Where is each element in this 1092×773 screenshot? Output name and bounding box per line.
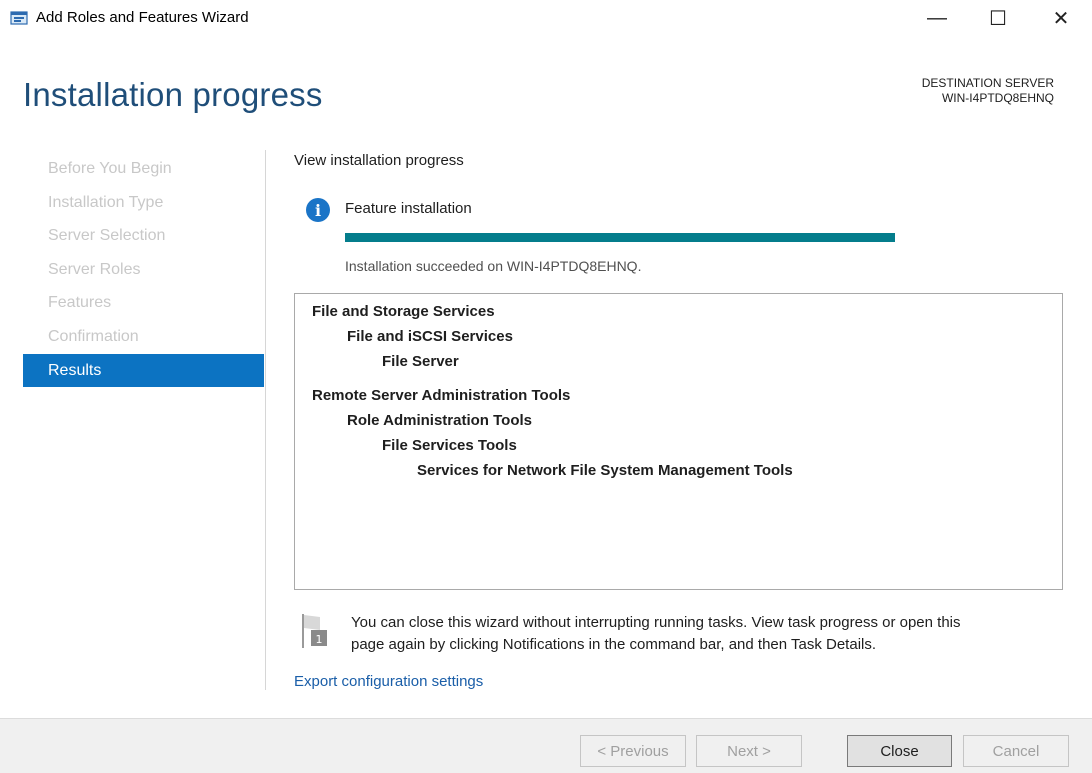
progress-bar-fill xyxy=(345,233,895,242)
wizard-nav: Before You Begin Installation Type Serve… xyxy=(23,152,264,388)
nav-item-features[interactable]: Features xyxy=(23,286,264,320)
previous-button[interactable]: < Previous xyxy=(580,735,686,767)
notification-note: You can close this wizard without interr… xyxy=(351,612,1051,656)
section-heading: View installation progress xyxy=(294,152,464,169)
note-line: You can close this wizard without interr… xyxy=(351,614,961,631)
nav-item-confirmation[interactable]: Confirmation xyxy=(23,320,264,354)
result-item-level1: Remote Server Administration Tools xyxy=(312,387,571,404)
close-button[interactable]: Close xyxy=(847,735,952,767)
minimize-button[interactable]: — xyxy=(914,0,960,36)
results-list: File and Storage Services File and iSCSI… xyxy=(294,293,1063,590)
feature-installation-label: Feature installation xyxy=(345,200,472,217)
destination-label: DESTINATION SERVER xyxy=(921,76,1054,90)
result-item-level3: File Services Tools xyxy=(382,437,517,454)
nav-divider xyxy=(265,150,266,690)
nav-item-before-you-begin[interactable]: Before You Begin xyxy=(23,152,264,186)
server-manager-icon xyxy=(10,11,28,25)
result-item-level2: File and iSCSI Services xyxy=(347,328,513,345)
maximize-button[interactable]: ☐ xyxy=(975,0,1021,36)
cancel-button[interactable]: Cancel xyxy=(963,735,1069,767)
info-icon: i xyxy=(306,198,330,222)
window-title: Add Roles and Features Wizard xyxy=(36,9,249,26)
notification-flag-icon: 1 xyxy=(302,614,327,648)
title-bar: Add Roles and Features Wizard — ☐ ✕ xyxy=(0,0,1092,38)
next-button[interactable]: Next > xyxy=(696,735,802,767)
destination-server: DESTINATION SERVER WIN-I4PTDQ8EHNQ xyxy=(922,76,1054,106)
result-item-level3: File Server xyxy=(382,353,459,370)
close-window-button[interactable]: ✕ xyxy=(1038,0,1084,36)
note-line: page again by clicking Notifications in … xyxy=(351,636,877,653)
flag-badge-number: 1 xyxy=(316,633,323,646)
nav-item-installation-type[interactable]: Installation Type xyxy=(23,186,264,220)
page-title: Installation progress xyxy=(23,76,323,113)
export-configuration-link[interactable]: Export configuration settings xyxy=(294,673,483,690)
installation-status: Installation succeeded on WIN-I4PTDQ8EHN… xyxy=(345,258,642,274)
nav-item-server-roles[interactable]: Server Roles xyxy=(23,253,264,287)
progress-bar xyxy=(345,233,895,242)
footer-bar: < Previous Next > Close Cancel xyxy=(0,718,1092,773)
result-item-level4: Services for Network File System Managem… xyxy=(417,462,793,479)
result-item-level2: Role Administration Tools xyxy=(347,412,533,429)
nav-item-results[interactable]: Results xyxy=(23,353,264,388)
result-item-level1: File and Storage Services xyxy=(312,303,495,320)
nav-item-server-selection[interactable]: Server Selection xyxy=(23,219,264,253)
destination-server-name: WIN-I4PTDQ8EHNQ xyxy=(941,91,1054,105)
